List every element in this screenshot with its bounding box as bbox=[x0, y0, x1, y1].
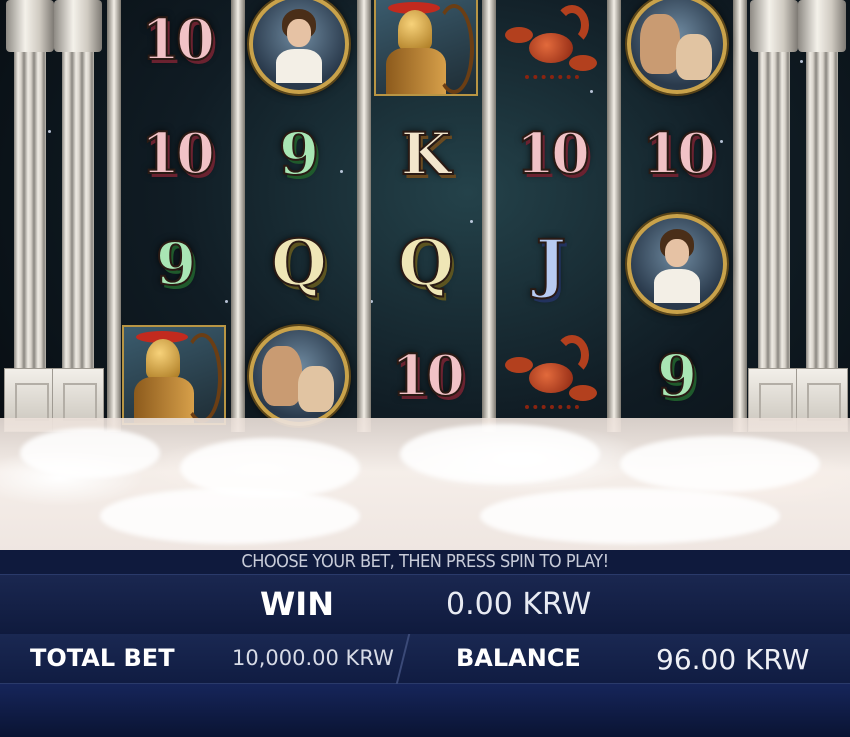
hunting-dogs-icon bbox=[249, 326, 349, 426]
ten-symbol: 10 bbox=[641, 121, 717, 187]
reel-divider bbox=[607, 0, 621, 432]
reel-3-symbol-3: Q bbox=[372, 214, 480, 314]
nine-symbol: 9 bbox=[656, 342, 698, 410]
bet-balance-bar: TOTAL BET 10,000.00 KRW BALANCE 96.00 KR… bbox=[0, 634, 850, 684]
reel-3-symbol-4: 10 bbox=[372, 326, 480, 426]
nine-symbol: 9 bbox=[278, 120, 320, 188]
hunting-dogs-icon bbox=[627, 0, 727, 94]
warrior-archer-icon bbox=[122, 325, 226, 425]
reel-1-symbol-3: 9 bbox=[122, 214, 230, 314]
divider bbox=[395, 634, 431, 684]
win-label: WIN bbox=[260, 585, 334, 623]
reel-5-symbol-1 bbox=[623, 0, 731, 94]
instruction-text: CHOOSE YOUR BET, THEN PRESS SPIN TO PLAY… bbox=[0, 550, 850, 574]
jack-symbol: J bbox=[535, 226, 567, 301]
reel-5-symbol-3 bbox=[623, 214, 731, 314]
reel-3-symbol-2: K bbox=[372, 104, 480, 204]
ten-symbol: 10 bbox=[390, 343, 466, 409]
left-pillar-inner bbox=[52, 0, 104, 432]
queen-symbol: Q bbox=[270, 226, 328, 301]
win-value: 0.00 KRW bbox=[446, 587, 592, 622]
reel-5-symbol-2: 10 bbox=[623, 104, 731, 204]
total-bet-value[interactable]: 10,000.00 KRW bbox=[232, 646, 394, 670]
reel-3-symbol-1 bbox=[372, 0, 480, 96]
total-bet-label: TOTAL BET bbox=[30, 644, 175, 672]
goddess-portrait-icon bbox=[249, 0, 349, 94]
reel-4-symbol-3: J bbox=[497, 214, 605, 314]
reel-1-symbol-2: 10 bbox=[122, 104, 230, 204]
reel-1-symbol-4 bbox=[120, 325, 228, 425]
reel-2-symbol-2: 9 bbox=[245, 104, 353, 204]
ten-symbol: 10 bbox=[140, 7, 216, 73]
ten-symbol: 10 bbox=[515, 121, 591, 187]
reel-1-symbol-1: 10 bbox=[122, 0, 230, 90]
left-pillar-outer bbox=[4, 0, 56, 432]
reel-2-symbol-4 bbox=[245, 326, 353, 426]
right-pillar-inner bbox=[748, 0, 800, 432]
win-bar: WIN 0.00 KRW bbox=[0, 574, 850, 636]
reel-divider bbox=[357, 0, 371, 432]
right-pillar-outer bbox=[796, 0, 848, 432]
reel-4-symbol-4 bbox=[497, 326, 605, 426]
reel-4-symbol-2: 10 bbox=[497, 104, 605, 204]
reel-divider bbox=[231, 0, 245, 432]
reel-2-symbol-1 bbox=[245, 0, 353, 94]
hud-footer bbox=[0, 684, 850, 737]
game-hud: CHOOSE YOUR BET, THEN PRESS SPIN TO PLAY… bbox=[0, 550, 850, 737]
reel-5-symbol-4: 9 bbox=[623, 326, 731, 426]
scorpion-icon bbox=[503, 3, 599, 89]
goddess-portrait-icon bbox=[627, 214, 727, 314]
balance-value: 96.00 KRW bbox=[656, 643, 810, 676]
queen-symbol: Q bbox=[397, 226, 455, 301]
scorpion-icon bbox=[503, 333, 599, 419]
balance-label: BALANCE bbox=[456, 644, 581, 672]
ten-symbol: 10 bbox=[140, 121, 216, 187]
cloud-floor bbox=[0, 418, 850, 550]
reel-divider bbox=[482, 0, 496, 432]
game-area[interactable]: 10 10 9 9 Q K Q 10 10 J 10 9 bbox=[0, 0, 850, 550]
reel-divider bbox=[733, 0, 747, 432]
warrior-archer-icon bbox=[374, 0, 478, 96]
king-symbol: K bbox=[400, 120, 452, 188]
reel-2-symbol-3: Q bbox=[245, 214, 353, 314]
nine-symbol: 9 bbox=[155, 230, 197, 298]
reel-4-symbol-1 bbox=[497, 0, 605, 96]
reel-divider bbox=[107, 0, 121, 432]
